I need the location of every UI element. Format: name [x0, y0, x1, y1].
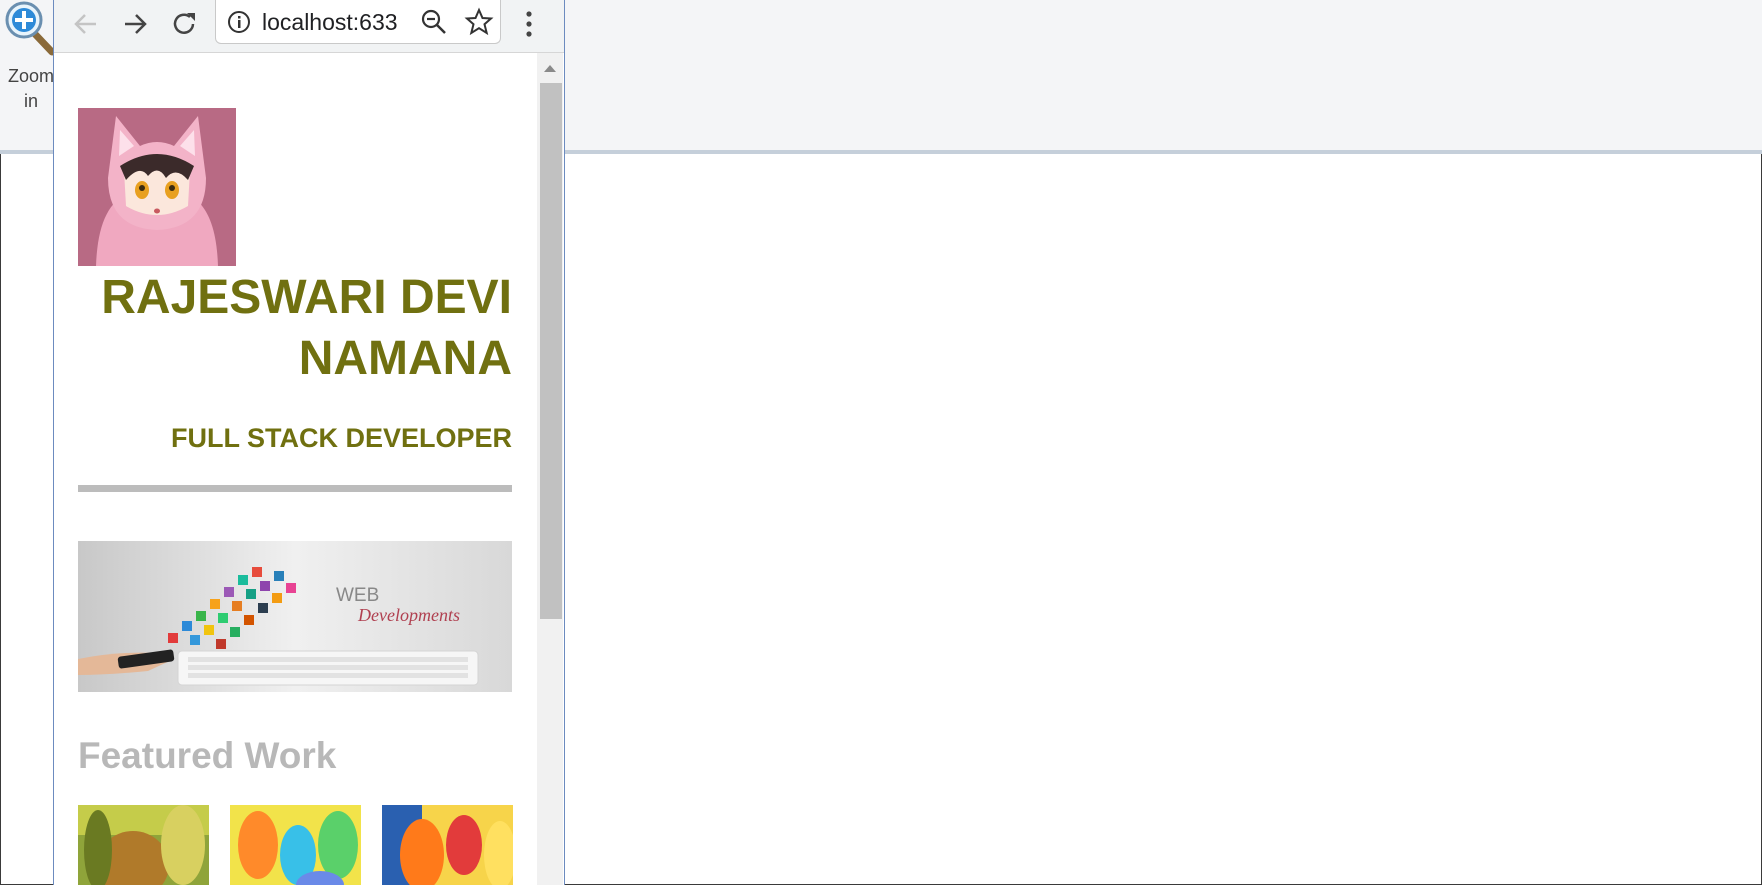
reload-button[interactable]	[164, 4, 204, 44]
scroll-thumb[interactable]	[540, 83, 562, 619]
page-title: RAJESWARI DEVI NAMANA	[101, 271, 512, 385]
page-viewport[interactable]: RAJESWARI DEVI NAMANA FULL STACK DEVELOP…	[54, 53, 536, 885]
url-text[interactable]: localhost:633	[262, 9, 407, 35]
scroll-up-arrow-icon[interactable]	[544, 65, 556, 72]
web-development-banner: WEB Developments	[78, 541, 512, 692]
browser-toolbar: localhost:633	[54, 0, 564, 53]
arrow-left-icon	[74, 14, 96, 34]
zoom-in-tool[interactable]: Zoom in	[4, 0, 58, 115]
vertical-scrollbar[interactable]	[537, 53, 563, 885]
profile-avatar	[78, 108, 236, 266]
browser-window: localhost:633 RAJESWARI DEVI NAMANA FULL…	[53, 0, 565, 885]
banner-word-developments: Developments	[357, 605, 460, 625]
featured-work-heading: Featured Work	[78, 735, 337, 776]
section-divider	[78, 485, 512, 492]
featured-thumbnail-3[interactable]	[382, 805, 513, 885]
back-button[interactable]	[66, 4, 106, 44]
reload-icon	[173, 13, 195, 34]
kebab-menu-icon[interactable]	[514, 6, 544, 42]
featured-thumbnail-1[interactable]	[78, 805, 209, 885]
arrow-right-icon	[125, 14, 147, 34]
info-icon[interactable]	[226, 9, 252, 35]
featured-thumbnail-2[interactable]	[230, 805, 361, 885]
zoom-in-icon	[5, 1, 56, 56]
star-icon[interactable]	[464, 7, 494, 37]
forward-button[interactable]	[115, 4, 155, 44]
banner-word-web: WEB	[336, 585, 379, 606]
zoom-in-label: Zoom in	[7, 66, 54, 111]
zoom-out-icon[interactable]	[420, 8, 448, 36]
address-bar[interactable]: localhost:633	[215, 0, 501, 44]
job-title: FULL STACK DEVELOPER	[170, 423, 512, 453]
